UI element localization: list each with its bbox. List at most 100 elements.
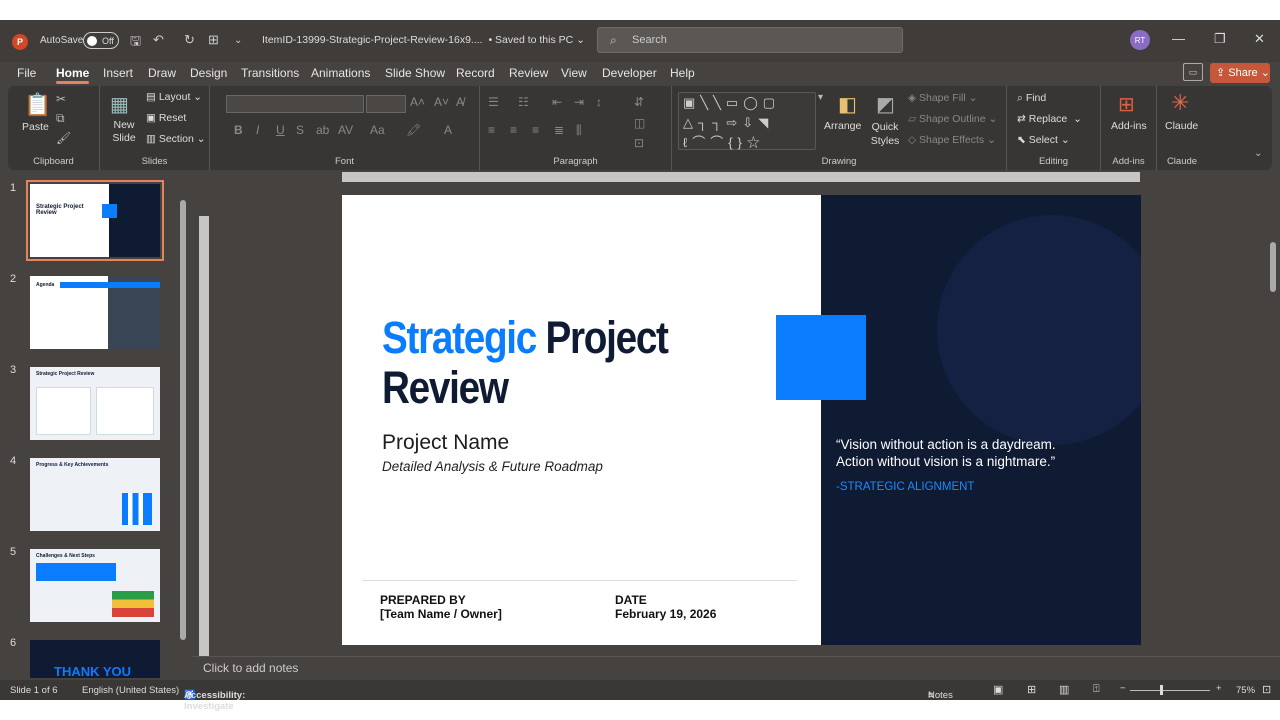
quick-styles-button[interactable]: Quick Styles [870,120,900,148]
addins-button[interactable]: Add-ins [1111,120,1147,132]
project-subtitle[interactable]: Detailed Analysis & Future Roadmap [382,459,603,474]
decrease-indent-icon[interactable]: ⇤ [552,95,562,109]
increase-font-icon[interactable]: A˄ [410,95,425,109]
gallery-more-icon[interactable]: ▾ [818,92,823,103]
strikethrough-icon[interactable]: ab [316,123,329,137]
decrease-font-icon[interactable]: A˅ [434,95,449,109]
language-indicator[interactable]: English (United States) [82,685,179,696]
shadow-icon[interactable]: S [296,123,304,137]
columns-icon[interactable]: ⫼ [576,123,582,138]
restore-icon[interactable]: ❐ [1214,31,1226,47]
arrange-icon[interactable]: ◧ [838,92,857,117]
numbering-icon[interactable]: ☷ [518,95,529,109]
char-spacing-icon[interactable]: AV [338,123,353,137]
align-right-icon[interactable]: ≡ [532,123,539,137]
minimize-icon[interactable]: — [1172,31,1185,46]
shape-fill-button[interactable]: ◈ Shape Fill ⌄ [908,92,977,104]
slide-thumbnail-1[interactable]: Strategic Project Review [26,180,164,261]
font-color-icon[interactable]: A [444,123,452,137]
project-name[interactable]: Project Name [382,431,509,455]
user-avatar[interactable]: RT [1130,30,1150,50]
zoom-slider[interactable] [1130,690,1210,691]
quick-styles-icon[interactable]: ◩ [876,92,895,117]
zoom-level[interactable]: 75% [1236,685,1255,696]
tab-view[interactable]: View [561,66,587,80]
customize-qat-icon[interactable]: ⌄ [234,35,242,46]
underline-icon[interactable]: U [276,123,285,137]
find-button[interactable]: ⌕ Find [1017,92,1046,105]
quote-attribution[interactable]: -STRATEGIC ALIGNMENT [836,481,974,493]
cut-icon[interactable]: ✂ [56,92,66,106]
shape-effects-button[interactable]: ◇ Shape Effects ⌄ [908,134,996,146]
undo-icon[interactable]: ↶ [153,32,164,48]
share-button[interactable]: ⇪ Share ⌄ [1210,63,1270,83]
tab-review[interactable]: Review [509,66,548,80]
normal-view-icon[interactable]: ▣ [993,683,1003,696]
zoom-out-icon[interactable]: − [1120,683,1126,694]
tab-draw[interactable]: Draw [148,66,176,80]
font-family-select[interactable] [226,95,364,113]
tab-home[interactable]: Home [56,66,90,84]
search-box[interactable]: ⌕ Search [597,27,903,53]
slideshow-icon[interactable]: ⍐ [1093,683,1100,696]
tab-record[interactable]: Record [456,66,495,80]
text-direction-icon[interactable]: ⇵ [634,95,644,109]
tab-design[interactable]: Design [190,66,227,80]
comments-icon[interactable]: ▭ [1183,63,1203,81]
slide-canvas[interactable]: Strategic Project Review Project Name Det… [342,195,1141,645]
bold-icon[interactable]: B [234,123,243,137]
save-icon[interactable]: 🖫 [130,32,141,54]
reading-view-icon[interactable]: ▥ [1059,683,1069,696]
shapes-gallery[interactable]: ▣╲╲▭◯▢ △┐┐⇨⇩◥ ℓ⌒⌒{}☆ [678,92,816,150]
prepared-by-value[interactable]: [Team Name / Owner] [380,607,502,621]
quote-text[interactable]: “Vision without action is a daydream. Act… [836,436,1136,470]
bullets-icon[interactable]: ☰ [488,95,499,109]
close-icon[interactable]: ✕ [1254,31,1265,47]
slide-sorter-icon[interactable]: ⊞ [1027,683,1036,696]
tab-animations[interactable]: Animations [311,66,370,80]
zoom-slider-handle[interactable] [1160,685,1163,695]
highlight-icon[interactable]: 🖍 [406,123,421,137]
autosave-toggle[interactable]: Off [83,32,119,49]
prepared-by-label[interactable]: PREPARED BY [380,593,466,607]
italic-icon[interactable]: I [256,123,259,137]
clear-format-icon[interactable]: A̸ [456,95,464,109]
slide-thumbnail-5[interactable]: Challenges & Next Steps [30,549,160,622]
tab-file[interactable]: File [17,66,36,80]
slide-thumbnail-2[interactable]: Agenda [30,276,160,349]
smartart-icon[interactable]: ⊡ [634,136,644,150]
align-center-icon[interactable]: ≡ [510,123,517,137]
change-case-icon[interactable]: Aa [370,123,385,137]
tab-help[interactable]: Help [670,66,695,80]
align-text-icon[interactable]: ◫ [634,116,645,130]
fit-slide-icon[interactable]: ⊡ [1262,683,1271,696]
addins-icon[interactable]: ⊞ [1118,92,1135,117]
line-spacing-icon[interactable]: ↕ [596,95,602,109]
presenter-icon[interactable]: ⊞ [208,32,219,48]
slide-thumbnail-4[interactable]: Progress & Key Achievements [30,458,160,531]
accent-square[interactable] [776,315,866,400]
tab-slide-show[interactable]: Slide Show [385,66,445,80]
collapse-ribbon-icon[interactable]: ⌄ [1254,148,1262,159]
font-size-select[interactable] [366,95,406,113]
date-label[interactable]: DATE [615,593,647,607]
tab-insert[interactable]: Insert [103,66,133,80]
replace-button[interactable]: ⇄ Replace ⌄ [1017,113,1082,125]
tab-transitions[interactable]: Transitions [241,66,299,80]
redo-icon[interactable]: ↻ [184,32,195,48]
claude-button[interactable]: Claude [1165,120,1198,132]
justify-icon[interactable]: ≣ [554,123,564,137]
zoom-in-icon[interactable]: + [1216,683,1222,694]
format-painter-icon[interactable]: 🖌 [56,131,71,145]
document-title[interactable]: ItemID-13999-Strategic-Project-Review-16… [262,34,585,46]
shape-outline-button[interactable]: ▱ Shape Outline ⌄ [908,113,997,125]
select-button[interactable]: ⬉ Select ⌄ [1017,134,1070,146]
new-slide-icon[interactable]: ▦ [110,92,129,117]
tab-developer[interactable]: Developer [602,66,657,80]
thumbnails-scrollbar[interactable] [180,200,186,640]
date-value[interactable]: February 19, 2026 [615,607,716,621]
reset-button[interactable]: ▣ Reset [146,112,186,124]
paste-icon[interactable]: 📋 [24,92,51,118]
notes-pane[interactable]: Click to add notes [193,656,1280,680]
increase-indent-icon[interactable]: ⇥ [574,95,584,109]
